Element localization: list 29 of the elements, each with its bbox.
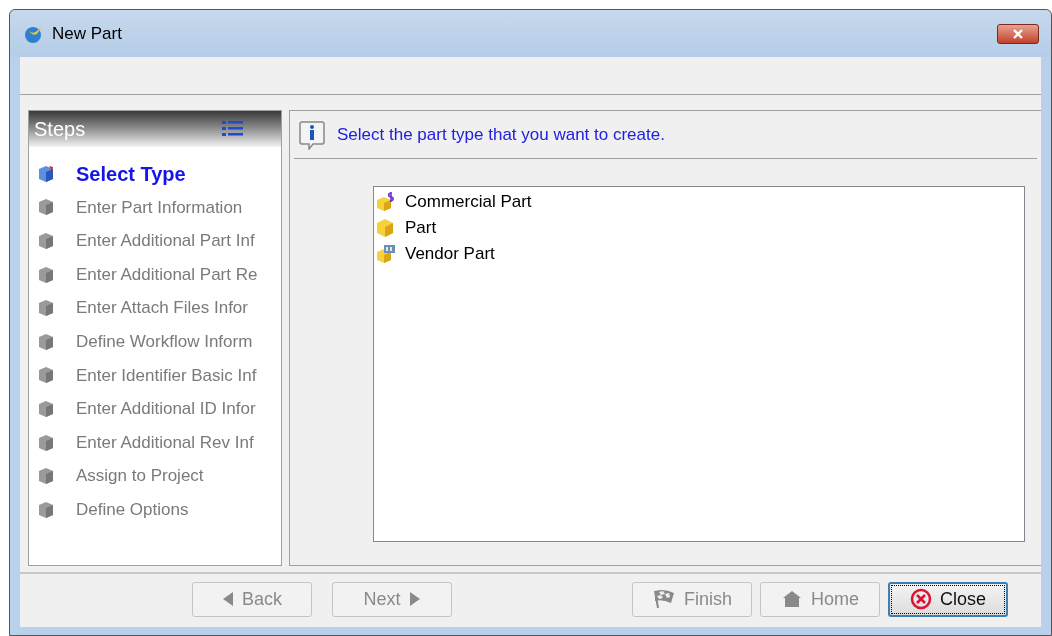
- step-label: Enter Attach Files Infor: [76, 297, 248, 320]
- box-factory-icon: [375, 244, 397, 264]
- left-triangle-icon: [222, 591, 234, 607]
- step-label: Enter Additional Rev Inf: [76, 431, 254, 454]
- window-title: New Part: [52, 22, 122, 45]
- close-button[interactable]: Close: [888, 581, 1008, 617]
- list-icon: [222, 120, 244, 138]
- close-icon: [910, 588, 932, 610]
- part-type-item[interactable]: Part: [374, 215, 1024, 241]
- steps-title: Steps: [34, 117, 87, 142]
- step-label: Enter Additional Part Re: [76, 263, 258, 286]
- step-label: Enter Identifier Basic Inf: [76, 364, 257, 387]
- step-label: Enter Additional Part Inf: [76, 230, 255, 253]
- instruction-text: Select the part type that you want to create.: [337, 123, 665, 146]
- step-label: Select Type: [76, 161, 186, 187]
- step-label: Define Workflow Inform: [76, 331, 253, 353]
- step-label: Enter Part Information: [76, 196, 243, 219]
- step-label: Define Options: [76, 499, 189, 521]
- info-icon: [299, 119, 325, 150]
- step-label: Assign to Project: [76, 465, 204, 488]
- part-type-item[interactable]: Vendor Part: [374, 241, 1024, 267]
- house-icon: [781, 589, 803, 609]
- checkered-flag-icon: [652, 589, 676, 609]
- right-triangle-icon: [408, 591, 421, 607]
- box-dollar-icon: [375, 192, 397, 212]
- part-type-item[interactable]: Commercial Part: [374, 189, 1024, 215]
- close-button[interactable]: [997, 23, 1039, 44]
- step-label: Enter Additional ID Infor: [76, 398, 256, 421]
- close-icon: [1012, 28, 1024, 39]
